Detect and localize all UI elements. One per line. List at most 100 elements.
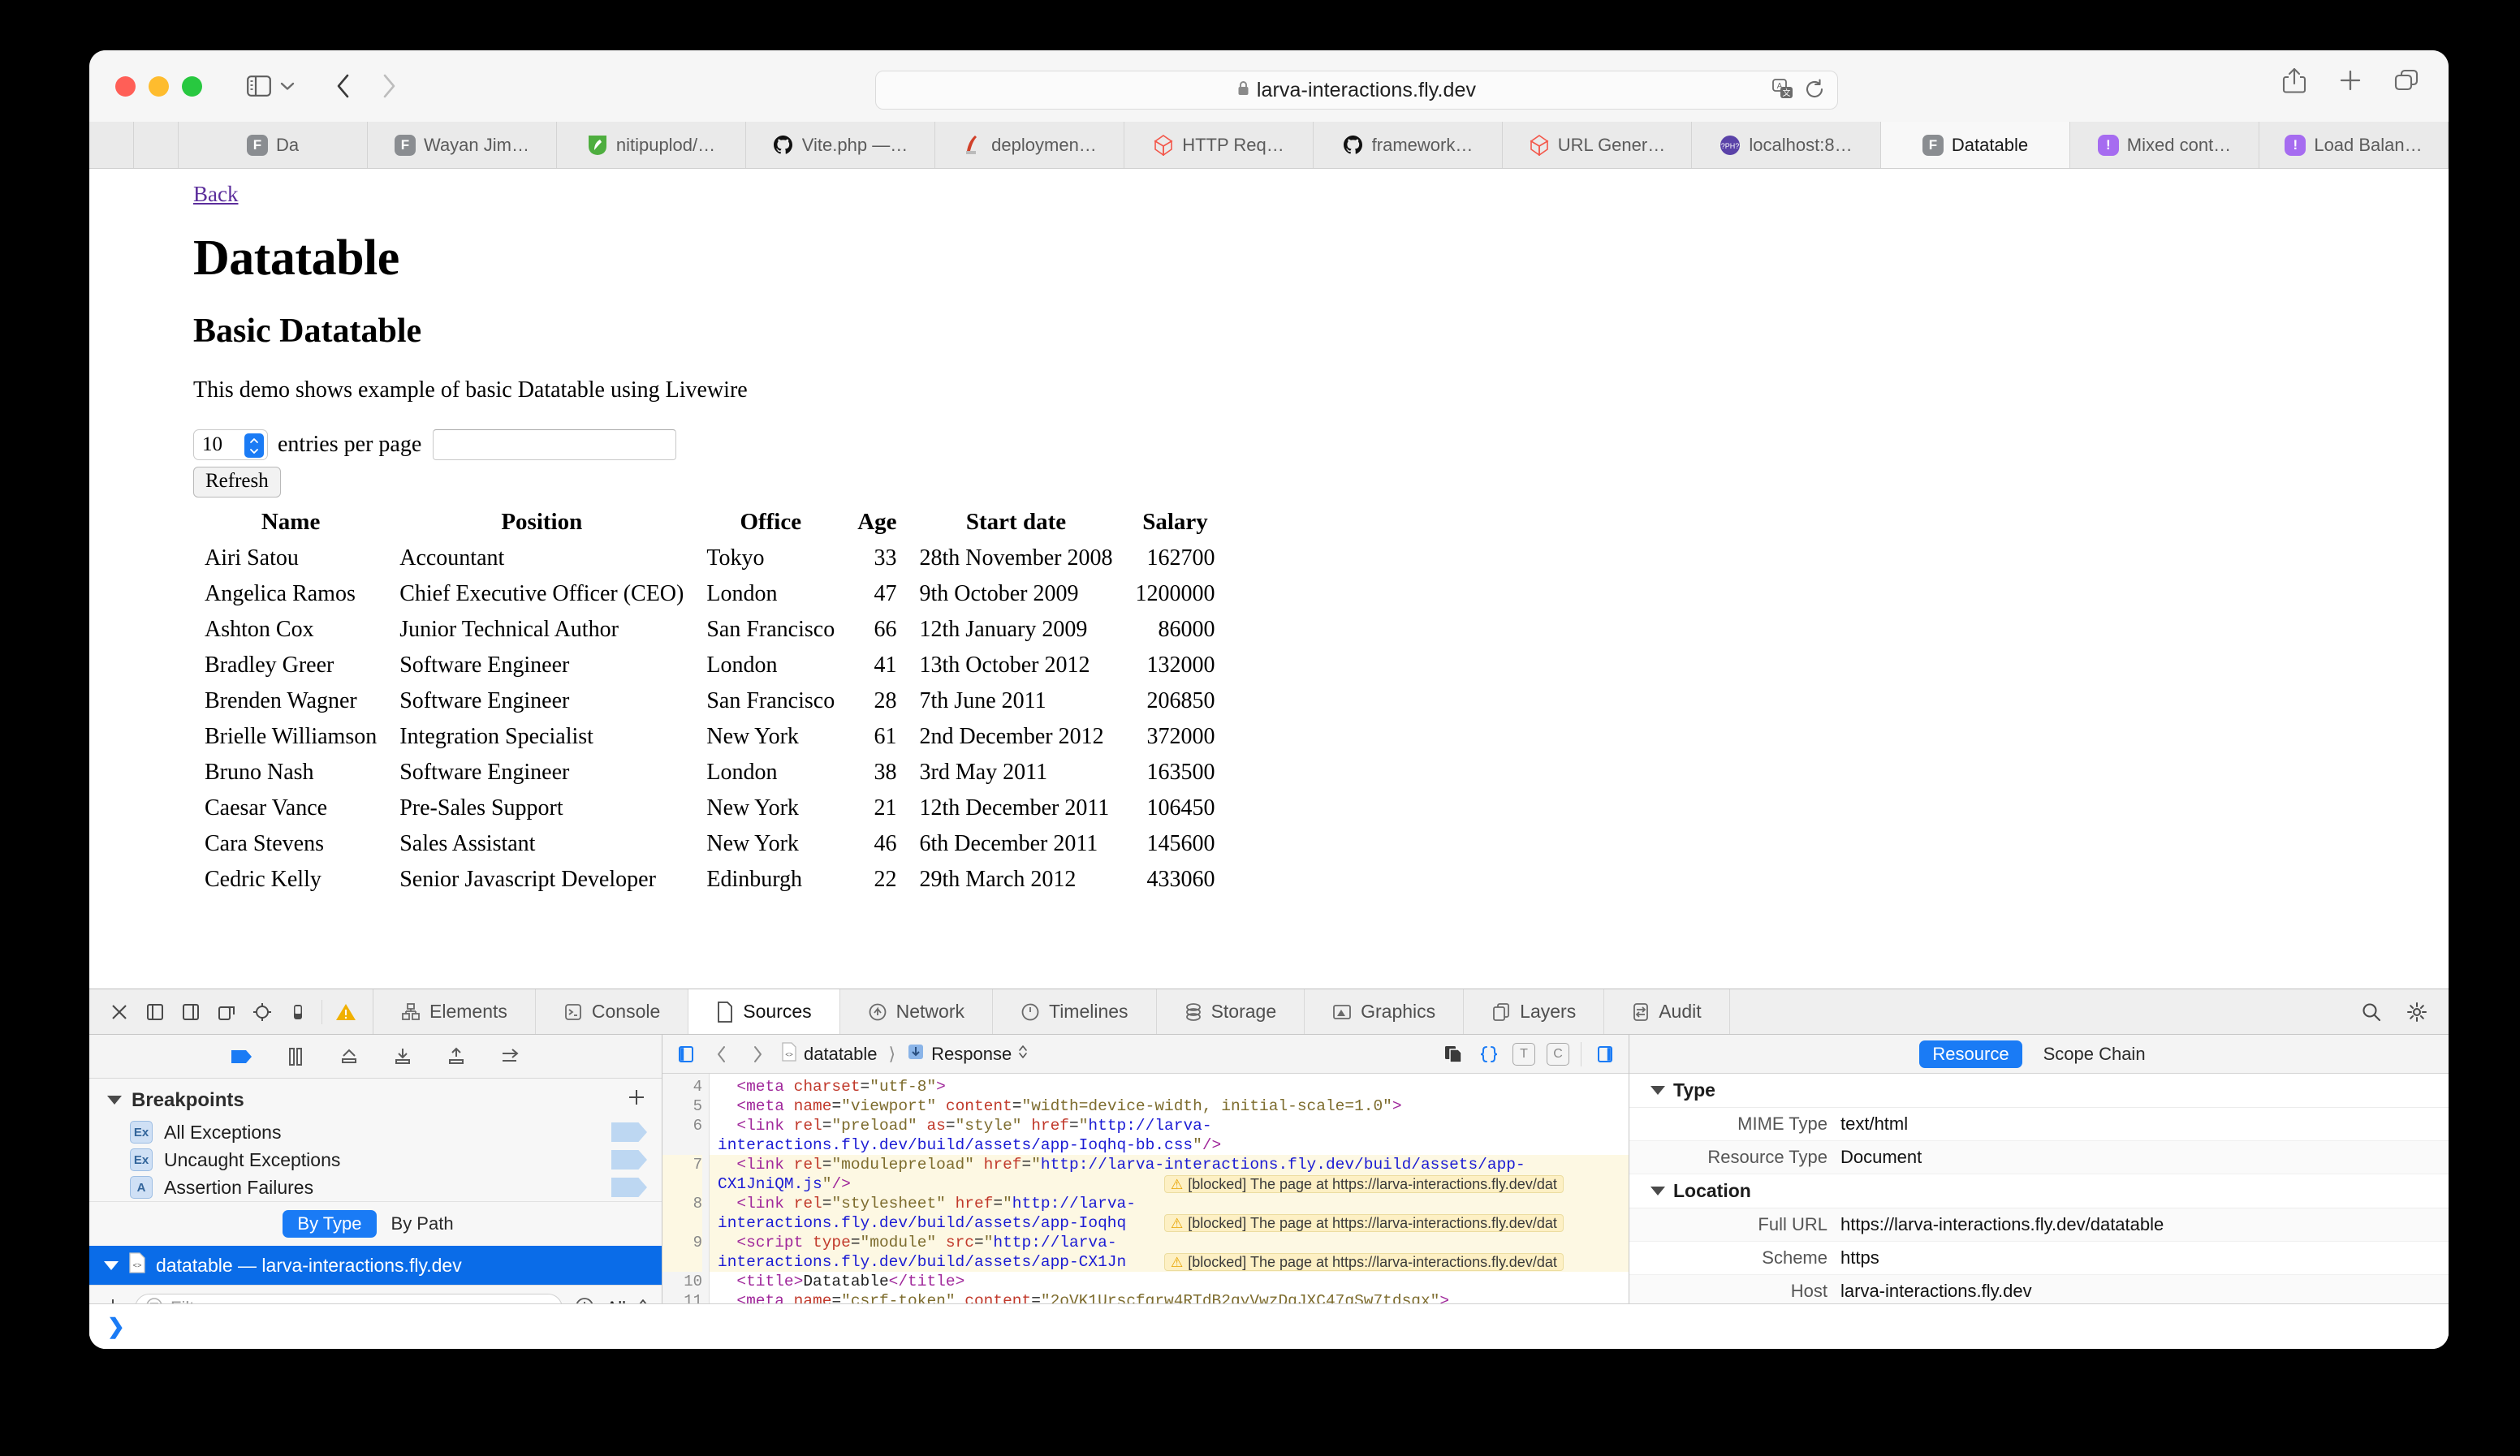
- blocked-resource-warning[interactable]: ⚠ [blocked] The page at https://larva-int…: [1164, 1175, 1564, 1193]
- stepper-icon[interactable]: [244, 433, 264, 458]
- forward-chevron-icon[interactable]: [371, 68, 407, 104]
- code-line[interactable]: <link rel="stylesheet" href="http://larv…: [710, 1194, 1629, 1213]
- grouping-segment-by-type[interactable]: By Type: [283, 1210, 377, 1238]
- entries-per-page-select[interactable]: 10: [193, 429, 268, 460]
- devtools-tab-timelines[interactable]: Timelines: [993, 989, 1157, 1034]
- devtools-tab-graphics[interactable]: Graphics: [1305, 989, 1465, 1034]
- refresh-button[interactable]: Refresh: [193, 467, 281, 498]
- devtools-tab-audit[interactable]: Audit: [1604, 989, 1730, 1034]
- table-column-header[interactable]: Name: [193, 507, 388, 541]
- code-line-number[interactable]: 8: [662, 1194, 702, 1213]
- minimize-window-button[interactable]: [149, 75, 169, 97]
- disclosure-triangle-icon[interactable]: [1651, 1086, 1665, 1095]
- tab-overview-icon[interactable]: [2393, 68, 2419, 97]
- gear-icon[interactable]: [2405, 1000, 2429, 1024]
- browser-tab[interactable]: <?PH?> localhost:8…: [1692, 122, 1881, 168]
- code-line[interactable]: <script type="module" src="http://larva-: [710, 1233, 1629, 1252]
- back-chevron-icon[interactable]: [710, 1042, 734, 1066]
- resource-section-header[interactable]: Type: [1629, 1074, 2449, 1108]
- activate-breakpoints-icon[interactable]: [230, 1045, 254, 1069]
- browser-tab[interactable]: nitipuplod/…: [557, 122, 746, 168]
- plus-icon[interactable]: [2338, 68, 2362, 97]
- show-c-icon[interactable]: C: [1547, 1042, 1569, 1066]
- code-line[interactable]: interactions.fly.dev/build/assets/app-CX…: [710, 1252, 1629, 1272]
- browser-tab[interactable]: HTTP Req…: [1124, 122, 1314, 168]
- translate-icon[interactable]: A文: [1771, 77, 1795, 106]
- address-bar[interactable]: larva-interactions.fly.dev A文: [875, 71, 1838, 110]
- code-line[interactable]: <title>Datatable</title>: [710, 1272, 1629, 1291]
- code-line-number[interactable]: 6: [662, 1116, 702, 1135]
- breakpoint-row[interactable]: Ex Uncaught Exceptions: [89, 1146, 662, 1174]
- breadcrumb-file[interactable]: <> datatable: [781, 1041, 878, 1066]
- breakpoint-toggle[interactable]: [611, 1150, 647, 1170]
- table-column-header[interactable]: Salary: [1124, 507, 1227, 541]
- devtools-tab-layers[interactable]: Layers: [1464, 989, 1605, 1034]
- code-line-number[interactable]: 10: [662, 1272, 702, 1291]
- browser-tab[interactable]: framework…: [1314, 122, 1503, 168]
- breakpoint-toggle[interactable]: [611, 1122, 647, 1142]
- breakpoints-header[interactable]: Breakpoints: [89, 1079, 662, 1118]
- code-line-number[interactable]: 5: [662, 1096, 702, 1116]
- share-icon[interactable]: [2281, 67, 2307, 98]
- continue-to-icon[interactable]: [498, 1045, 522, 1069]
- devtools-tab-storage[interactable]: Storage: [1157, 989, 1305, 1034]
- code-line-number[interactable]: [662, 1174, 702, 1194]
- resource-tab-resource[interactable]: Resource: [1919, 1040, 2022, 1068]
- browser-tab[interactable]: ! Load Balan…: [2259, 122, 2449, 168]
- code-line-number[interactable]: 9: [662, 1233, 702, 1252]
- forward-chevron-icon[interactable]: [745, 1042, 770, 1066]
- code-line-number[interactable]: 7: [662, 1155, 702, 1174]
- breakpoint-row[interactable]: Ex All Exceptions: [89, 1118, 662, 1146]
- table-column-header[interactable]: Position: [388, 507, 695, 541]
- sidebar-left-icon[interactable]: [674, 1042, 698, 1066]
- grouping-segment-by-path[interactable]: By Path: [377, 1210, 468, 1238]
- code-line[interactable]: interactions.fly.dev/build/assets/app-Io…: [710, 1213, 1629, 1233]
- selected-resource-row[interactable]: <> datatable — larva-interactions.fly.de…: [89, 1246, 662, 1285]
- code-line[interactable]: <link rel="preload" as="style" href="htt…: [710, 1116, 1629, 1135]
- disclosure-triangle-icon[interactable]: [107, 1096, 122, 1105]
- sidebar-right-icon[interactable]: [1593, 1042, 1617, 1066]
- step-into-icon[interactable]: [391, 1045, 415, 1069]
- step-out-icon[interactable]: [444, 1045, 468, 1069]
- inspect-icon[interactable]: [250, 1000, 274, 1024]
- code-line[interactable]: <meta name="viewport" content="width=dev…: [710, 1096, 1629, 1116]
- breakpoint-row[interactable]: A Assertion Failures: [89, 1174, 662, 1201]
- search-icon[interactable]: [2359, 1000, 2384, 1024]
- browser-tab[interactable]: Vite.php —…: [746, 122, 935, 168]
- sidebar-icon[interactable]: [241, 68, 277, 104]
- reload-icon[interactable]: [1803, 78, 1826, 105]
- dock-undock-icon[interactable]: [214, 1000, 239, 1024]
- chevron-down-icon[interactable]: [274, 68, 301, 104]
- table-column-header[interactable]: Age: [846, 507, 908, 541]
- devtools-tab-console[interactable]: Console: [536, 989, 689, 1034]
- devtools-tab-network[interactable]: Network: [840, 989, 993, 1034]
- copy-icon[interactable]: [1441, 1042, 1465, 1066]
- blocked-resource-warning[interactable]: ⚠ [blocked] The page at https://larva-int…: [1164, 1214, 1564, 1232]
- stepper-icon[interactable]: [1018, 1044, 1028, 1065]
- browser-tab[interactable]: F Datatable: [1881, 122, 2070, 168]
- pretty-print-icon[interactable]: [1477, 1042, 1501, 1066]
- browser-tab[interactable]: ! Mixed cont…: [2070, 122, 2259, 168]
- code-line[interactable]: interactions.fly.dev/build/assets/app-Io…: [710, 1135, 1629, 1155]
- warning-triangle-icon[interactable]: [334, 1000, 358, 1024]
- back-chevron-icon[interactable]: [326, 68, 361, 104]
- close-icon[interactable]: [107, 1000, 132, 1024]
- plus-icon[interactable]: [626, 1087, 647, 1114]
- table-column-header[interactable]: Office: [695, 507, 846, 541]
- resource-section-header[interactable]: Location: [1629, 1174, 2449, 1208]
- pause-icon[interactable]: [283, 1045, 308, 1069]
- console-prompt[interactable]: ❯: [89, 1303, 2449, 1349]
- devtools-tab-sources[interactable]: Sources: [688, 989, 840, 1034]
- show-type-icon[interactable]: T: [1512, 1042, 1535, 1066]
- device-icon[interactable]: [286, 1000, 310, 1024]
- code-line[interactable]: <meta charset="utf-8">: [710, 1077, 1629, 1096]
- code-line[interactable]: <link rel="modulepreload" href="http://l…: [710, 1155, 1629, 1174]
- browser-tab[interactable]: URL Gener…: [1503, 122, 1692, 168]
- devtools-tab-elements[interactable]: Elements: [373, 989, 536, 1034]
- disclosure-triangle-icon[interactable]: [104, 1260, 119, 1270]
- code-line-number[interactable]: [662, 1135, 702, 1155]
- browser-tab[interactable]: F Da: [179, 122, 368, 168]
- close-window-button[interactable]: [115, 75, 136, 97]
- back-link[interactable]: Back: [193, 182, 238, 207]
- breadcrumb-mode[interactable]: Response: [907, 1043, 1028, 1066]
